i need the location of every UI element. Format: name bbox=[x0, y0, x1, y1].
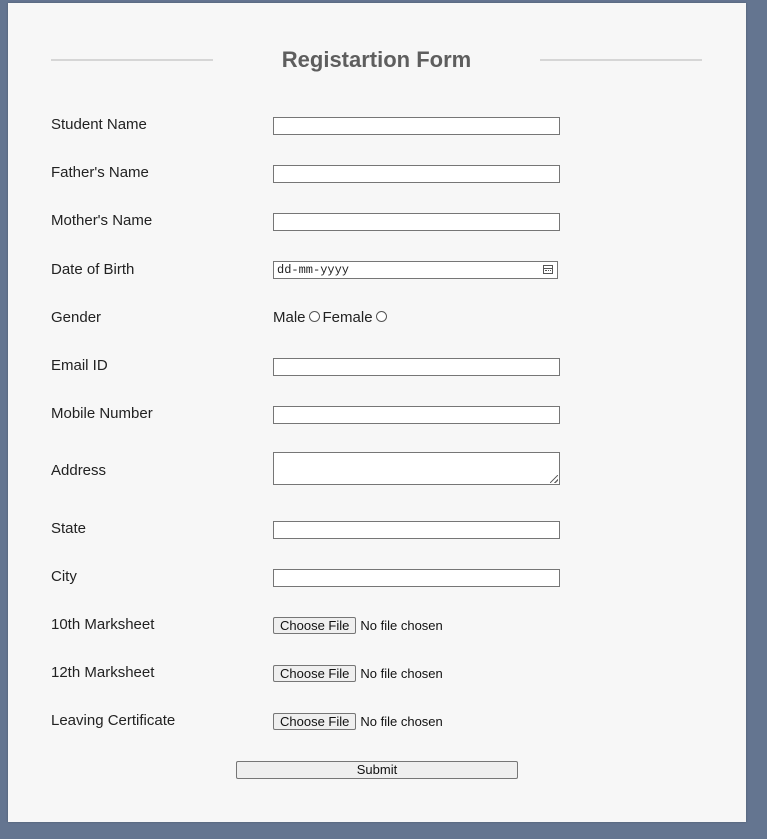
mobile-label: Mobile Number bbox=[51, 405, 153, 422]
leaving-certificate-file-status: No file chosen bbox=[360, 714, 443, 729]
gender-male-radio[interactable] bbox=[308, 310, 320, 322]
email-label: Email ID bbox=[51, 357, 108, 374]
marksheet12-label: 12th Marksheet bbox=[51, 664, 155, 681]
gender-options: Male Female bbox=[273, 309, 390, 327]
state-label: State bbox=[51, 520, 87, 537]
marksheet12-file-status: No file chosen bbox=[360, 666, 443, 681]
student-name-input[interactable] bbox=[273, 117, 560, 135]
father-name-label: Father's Name bbox=[51, 164, 149, 181]
title-divider-right bbox=[540, 59, 702, 61]
city-label: City bbox=[51, 568, 77, 585]
resize-grip-icon[interactable] bbox=[550, 475, 558, 483]
state-input[interactable] bbox=[273, 521, 560, 539]
calendar-icon[interactable] bbox=[543, 265, 553, 274]
leaving-certificate-label: Leaving Certificate bbox=[51, 712, 176, 729]
city-input[interactable] bbox=[273, 569, 560, 587]
dob-label: Date of Birth bbox=[51, 261, 135, 278]
submit-button[interactable]: Submit bbox=[236, 761, 518, 779]
registration-form-card: Registartion Form Student Name Father's … bbox=[8, 3, 746, 822]
mobile-input[interactable] bbox=[273, 406, 560, 424]
dob-placeholder: dd-mm-yyyy bbox=[277, 263, 350, 277]
mother-name-input[interactable] bbox=[273, 213, 560, 231]
marksheet12-file-input: Choose File No file chosen bbox=[273, 665, 443, 682]
form-title: Registartion Form bbox=[281, 47, 472, 72]
leaving-certificate-file-input: Choose File No file chosen bbox=[273, 713, 443, 730]
student-name-label: Student Name bbox=[51, 116, 147, 133]
email-input[interactable] bbox=[273, 358, 560, 376]
address-textarea[interactable] bbox=[273, 452, 560, 485]
marksheet10-label: 10th Marksheet bbox=[51, 616, 155, 633]
gender-female-radio[interactable] bbox=[375, 310, 387, 322]
dob-input[interactable]: dd-mm-yyyy bbox=[273, 261, 558, 279]
marksheet12-choose-file-button[interactable]: Choose File bbox=[273, 665, 357, 682]
gender-label: Gender bbox=[51, 309, 102, 326]
leaving-certificate-choose-file-button[interactable]: Choose File bbox=[273, 713, 357, 730]
marksheet10-file-input: Choose File No file chosen bbox=[273, 617, 443, 634]
title-divider-left bbox=[51, 59, 213, 61]
marksheet10-choose-file-button[interactable]: Choose File bbox=[273, 617, 357, 634]
mother-name-label: Mother's Name bbox=[51, 212, 153, 229]
address-label: Address bbox=[51, 462, 107, 479]
father-name-input[interactable] bbox=[273, 165, 560, 183]
gender-female-label: Female bbox=[322, 309, 373, 326]
gender-male-label: Male bbox=[273, 309, 306, 326]
marksheet10-file-status: No file chosen bbox=[360, 618, 443, 633]
